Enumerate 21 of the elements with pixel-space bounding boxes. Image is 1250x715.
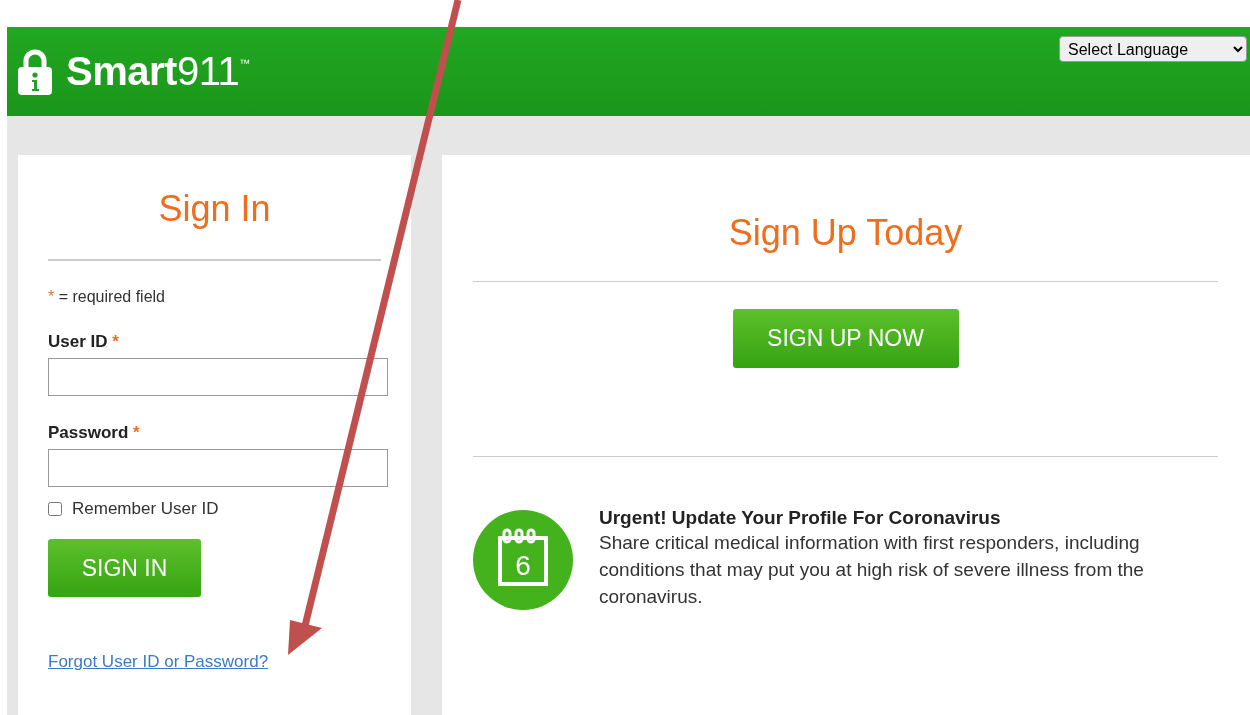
- input-field[interactable]: [48, 449, 388, 487]
- notice-title: Urgent! Update Your Profile For Coronavirus: [599, 507, 1002, 529]
- required-mark: *: [133, 423, 140, 442]
- sign-in-button[interactable]: SIGN IN: [48, 539, 201, 597]
- lock-icon: [18, 48, 52, 95]
- logo-text: Smart911$^{™}$: [66, 49, 250, 94]
- language-select[interactable]: Select Language: [1059, 36, 1247, 62]
- sign-in-title: Sign In: [157, 189, 272, 229]
- forgot-link[interactable]: Forgot User ID or Password?: [48, 652, 269, 672]
- notice-text: Share critical medical information with first responders, including conditions that may put you at high risk of severe illness from the coronavirus.: [599, 531, 1145, 609]
- field-label: User ID: [48, 332, 108, 351]
- required-mark: *: [48, 288, 55, 305]
- remember-label: Remember User ID: [72, 499, 219, 519]
- calendar-icon: 6: [473, 510, 573, 610]
- field-label: Password: [48, 423, 129, 442]
- sign-up-title: Sign Up Today: [727, 213, 964, 253]
- input-field[interactable]: [48, 358, 388, 396]
- required-mark: *: [112, 332, 119, 351]
- remember-checkbox[interactable]: [48, 502, 62, 516]
- required-note: = required field: [58, 288, 165, 305]
- sign-up-button[interactable]: SIGN UP NOW: [732, 309, 959, 368]
